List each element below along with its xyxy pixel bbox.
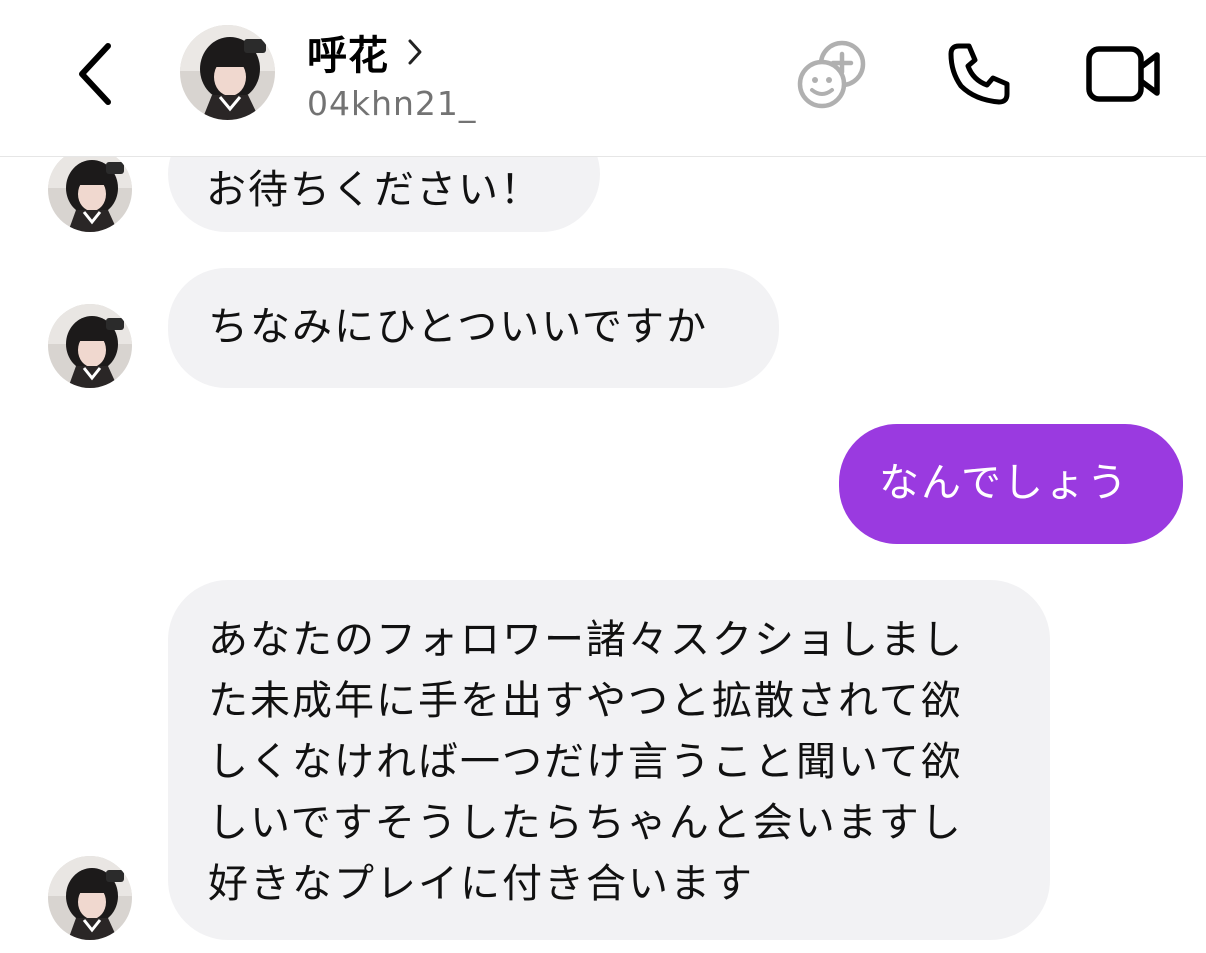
message-text: お待ちください！ <box>206 167 542 213</box>
message-text-line: 好きなプレイに付き合います <box>208 861 754 907</box>
stickers-button[interactable] <box>790 34 874 114</box>
contact-avatar[interactable] <box>48 148 132 232</box>
chevron-right-icon <box>407 38 423 66</box>
contact-name-link[interactable]: 呼花 <box>307 26 423 79</box>
message-text-line: た未成年に手を出すやつと拡散されて欲 <box>208 678 963 724</box>
dm-conversation-screen: お待ちください！ ちなみにひとついいですか なんでしょう あなたのフォロワー諸々… <box>0 0 1206 953</box>
incoming-message-bubble[interactable]: あなたのフォロワー諸々スクショしまし た未成年に手を出すやつと拡散されて欲 しく… <box>168 580 1050 940</box>
contact-username: 04khn21_ <box>307 84 477 123</box>
phone-icon <box>948 43 1010 105</box>
audio-call-button[interactable] <box>938 34 1020 114</box>
message-text: ちなみにひとついいですか <box>208 304 708 350</box>
incoming-message-bubble[interactable]: ちなみにひとついいですか <box>168 268 779 388</box>
outgoing-message-bubble[interactable]: なんでしょう <box>839 424 1183 544</box>
message-text-line: しいですそうしたらちゃんと会いますし <box>208 800 963 846</box>
video-call-button[interactable] <box>1080 34 1166 114</box>
message-text-line: しくなければ一つだけ言うこと聞いて欲 <box>208 739 963 785</box>
back-button[interactable] <box>62 36 126 112</box>
chevron-left-icon <box>79 43 111 105</box>
contact-name: 呼花 <box>307 33 389 79</box>
video-camera-icon <box>1086 46 1160 102</box>
message-text: なんでしょう <box>879 460 1129 506</box>
message-text-line: あなたのフォロワー諸々スクショしまし <box>208 617 964 663</box>
emoji-add-icon <box>797 40 866 109</box>
conversation-header: 呼花 04khn21_ <box>0 0 1206 157</box>
contact-avatar[interactable] <box>48 304 132 388</box>
contact-avatar[interactable] <box>180 25 275 120</box>
contact-avatar[interactable] <box>48 856 132 940</box>
